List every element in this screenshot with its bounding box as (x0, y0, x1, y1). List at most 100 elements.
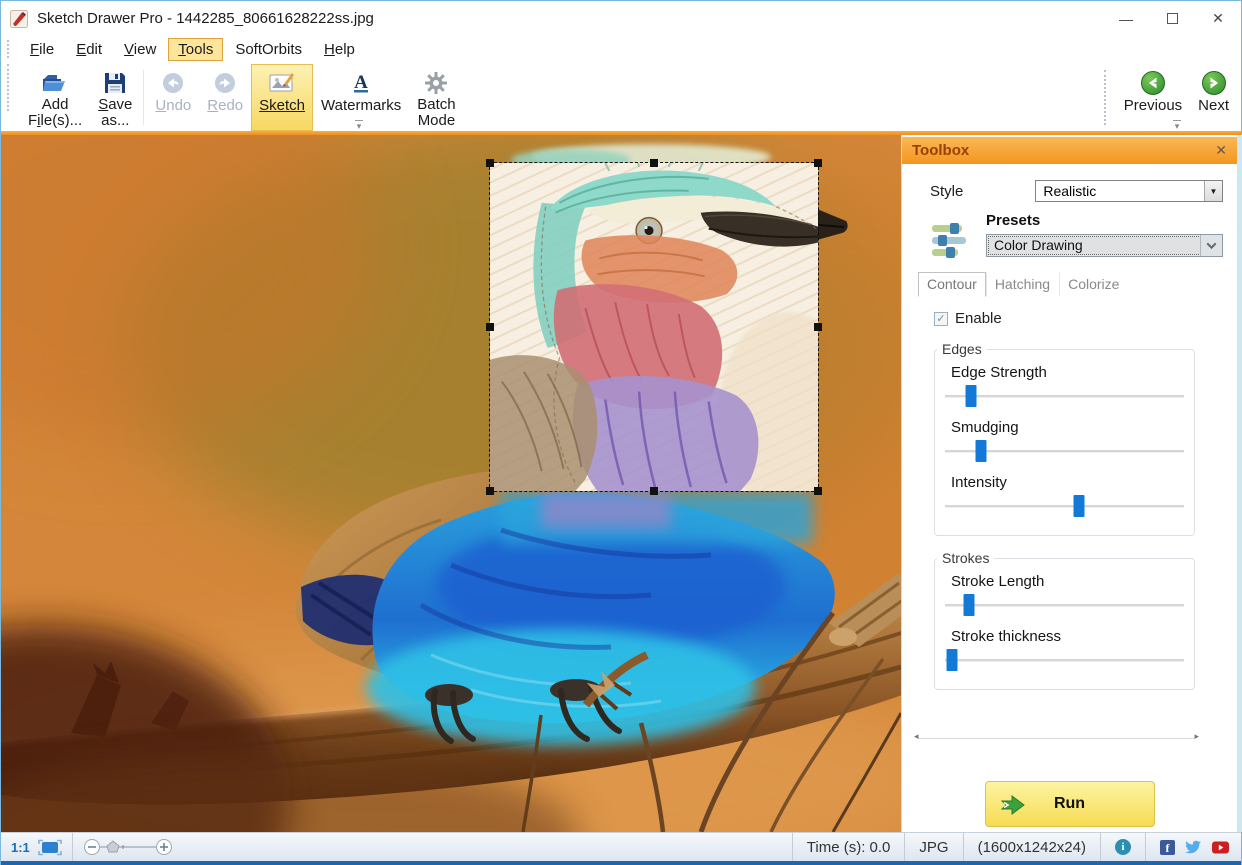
redo-button[interactable]: Redo (199, 64, 251, 131)
save-floppy-icon (104, 68, 126, 97)
slider-thumb[interactable] (963, 594, 974, 616)
youtube-icon[interactable] (1212, 841, 1229, 854)
presets-value: Color Drawing (989, 237, 1200, 254)
menubar-drag-handle[interactable] (7, 40, 12, 58)
presets-dropdown-chevron-icon[interactable] (1200, 235, 1222, 256)
slider-thumb[interactable] (975, 440, 986, 462)
time-status: Time (s): 0.0 (792, 833, 905, 861)
toolbar-separator-right (1104, 70, 1106, 125)
title-bar: Sketch Drawer Pro - 1442285_80661628222s… (1, 1, 1241, 36)
style-dropdown-arrow-icon[interactable]: ▼ (1204, 181, 1222, 201)
selection-handle-ne[interactable] (814, 159, 822, 167)
slider-track[interactable] (945, 659, 1184, 662)
tab-hatching[interactable]: Hatching (986, 272, 1059, 297)
menu-help[interactable]: Help (314, 38, 365, 61)
maximize-icon (1167, 13, 1178, 24)
toolbar-overflow-right-icon[interactable]: ▾ (1171, 120, 1183, 130)
slider-thumb[interactable] (947, 649, 958, 671)
style-dropdown[interactable]: Realistic ▼ (1035, 180, 1223, 202)
next-icon (1201, 68, 1227, 98)
minimize-button[interactable]: — (1103, 1, 1149, 36)
menu-softorbits[interactable]: SoftOrbits (225, 38, 312, 61)
close-button[interactable]: ✕ (1195, 1, 1241, 36)
svg-text:A: A (354, 72, 368, 93)
watermarks-letter-icon: A (351, 68, 371, 98)
next-button[interactable]: Next (1190, 64, 1237, 131)
toolbar-separator (143, 70, 144, 125)
edge-strength-slider[interactable] (945, 383, 1184, 409)
slider-track[interactable] (945, 395, 1184, 398)
slider-track[interactable] (945, 505, 1184, 508)
selection-handle-s[interactable] (650, 487, 658, 495)
redo-icon (213, 68, 237, 98)
tab-contour[interactable]: Contour (918, 272, 986, 297)
strokes-group: Strokes Stroke Length Stroke thickness (934, 558, 1195, 690)
toolbox-close-icon[interactable]: ✕ (1215, 142, 1227, 159)
undo-button[interactable]: Undo (147, 64, 199, 131)
status-bar: 1:1 Time (s): (1, 832, 1241, 865)
info-cell[interactable]: i (1100, 833, 1145, 861)
toolbox-panel: Toolbox ✕ Style Realistic ▼ (901, 135, 1242, 832)
fit-to-screen-icon[interactable] (38, 839, 62, 856)
save-as-button[interactable]: Save as... (90, 64, 140, 131)
zoom-slider[interactable] (73, 833, 183, 861)
presets-dropdown[interactable]: Color Drawing (986, 234, 1223, 257)
edge-strength-label: Edge Strength (951, 364, 1186, 381)
panel-splitter[interactable] (918, 738, 1195, 739)
run-button[interactable]: Run (985, 781, 1155, 827)
zoom-ratio-button[interactable]: 1:1 (11, 840, 30, 855)
strokes-group-label: Strokes (937, 550, 994, 566)
twitter-icon[interactable] (1185, 840, 1202, 854)
smudging-slider[interactable] (945, 438, 1184, 464)
dimensions-status: (1600x1242x24) (963, 833, 1100, 861)
toolbar-drag-handle[interactable] (7, 64, 12, 111)
selection-handle-nw[interactable] (486, 159, 494, 167)
selection-handle-se[interactable] (814, 487, 822, 495)
toolbar-overflow-icon[interactable]: ▾ (353, 120, 365, 130)
sketch-preview (490, 163, 818, 491)
image-canvas[interactable] (1, 135, 901, 832)
smudging-label: Smudging (951, 419, 1186, 436)
stroke-thickness-label: Stroke thickness (951, 628, 1186, 645)
tab-colorize[interactable]: Colorize (1059, 272, 1128, 297)
menu-file[interactable]: File (20, 38, 64, 61)
batch-mode-button[interactable]: Batch Mode (409, 64, 463, 131)
selection-handle-e[interactable] (814, 323, 822, 331)
sketch-selection-region[interactable] (489, 162, 819, 492)
run-label: Run (1054, 795, 1085, 813)
menu-view[interactable]: View (114, 38, 166, 61)
stroke-length-label: Stroke Length (951, 573, 1186, 590)
toolbox-title: Toolbox (912, 142, 969, 159)
menu-tools[interactable]: Tools (168, 38, 223, 61)
intensity-slider[interactable] (945, 493, 1184, 519)
add-files-button[interactable]: Add File(s)... (20, 64, 90, 131)
edges-group-label: Edges (937, 341, 987, 357)
toolbox-header[interactable]: Toolbox ✕ (902, 137, 1237, 164)
toolbar: Add File(s)... Save as... (1, 62, 1241, 131)
selection-handle-n[interactable] (650, 159, 658, 167)
menu-edit[interactable]: Edit (66, 38, 112, 61)
edges-group: Edges Edge Strength Smudging Intensity (934, 349, 1195, 536)
slider-track[interactable] (945, 604, 1184, 607)
presets-label: Presets (986, 212, 1223, 229)
enable-label: Enable (955, 310, 1002, 327)
stroke-thickness-slider[interactable] (945, 647, 1184, 673)
sketch-button[interactable]: Sketch (251, 64, 313, 131)
undo-icon (161, 68, 185, 98)
enable-checkbox[interactable]: ✓ (934, 312, 948, 326)
stroke-length-slider[interactable] (945, 592, 1184, 618)
sketch-picture-pencil-icon (268, 68, 296, 98)
menu-bar: File Edit View Tools SoftOrbits Help (1, 36, 1241, 62)
info-icon[interactable]: i (1115, 839, 1131, 855)
window-title: Sketch Drawer Pro - 1442285_80661628222s… (37, 10, 374, 27)
facebook-icon[interactable]: f (1160, 840, 1175, 855)
intensity-label: Intensity (951, 474, 1186, 491)
selection-handle-sw[interactable] (486, 487, 494, 495)
style-label: Style (930, 183, 963, 200)
app-logo-icon (10, 10, 28, 28)
presets-sliders-icon (930, 220, 968, 260)
slider-thumb[interactable] (1073, 495, 1084, 517)
maximize-button[interactable] (1149, 1, 1195, 36)
selection-handle-w[interactable] (486, 323, 494, 331)
slider-thumb[interactable] (966, 385, 977, 407)
